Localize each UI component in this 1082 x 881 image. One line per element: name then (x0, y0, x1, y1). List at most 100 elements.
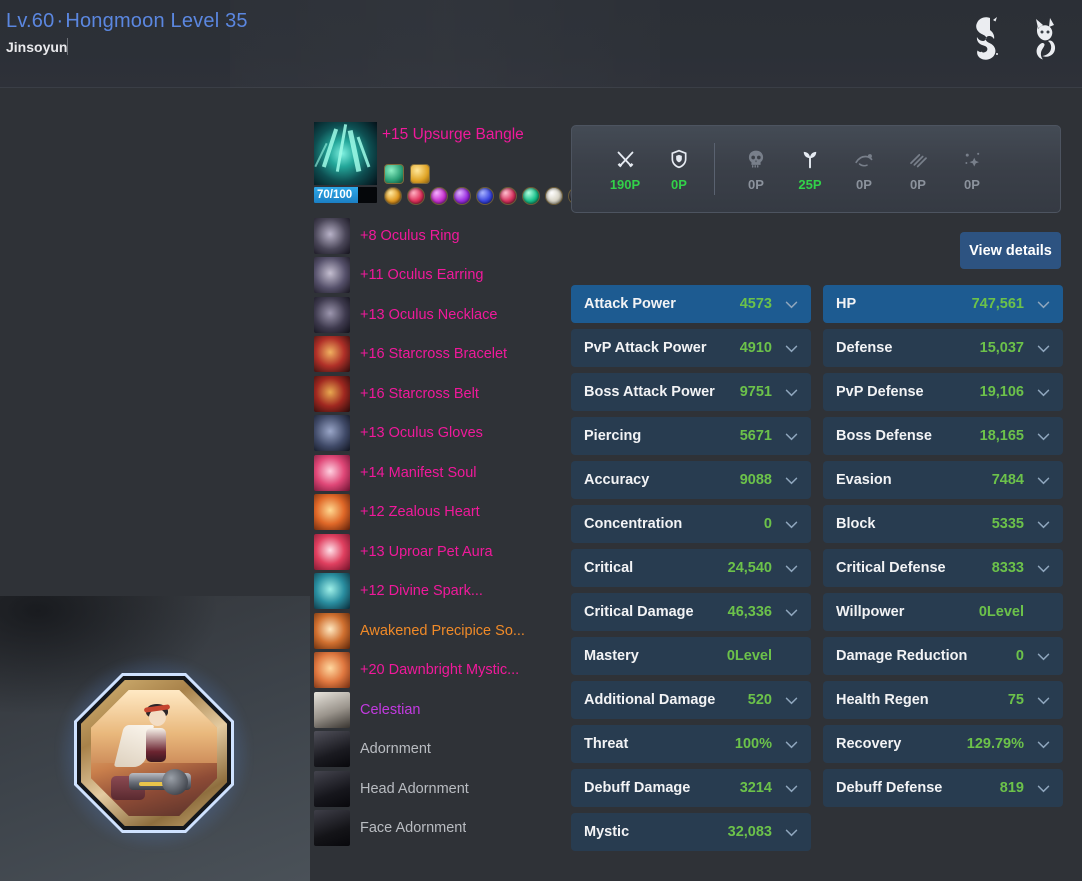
gem-amber[interactable] (384, 187, 402, 205)
stat-row[interactable]: PvP Attack Power 4910 (571, 329, 811, 367)
stat-row[interactable]: Critical 24,540 (571, 549, 811, 587)
mastery-item-star[interactable]: 0P (945, 146, 999, 192)
chevron-down-icon[interactable] (1033, 384, 1053, 401)
equipment-item-row[interactable]: +16 Starcross Belt (314, 374, 564, 414)
gem-teal[interactable] (522, 187, 540, 205)
equipment-item-row[interactable]: +13 Uproar Pet Aura (314, 532, 564, 572)
equipment-item-row[interactable]: +16 Starcross Bracelet (314, 335, 564, 375)
gem-magenta[interactable] (430, 187, 448, 205)
character-portrait[interactable] (58, 657, 250, 849)
mastery-item-skull[interactable]: 0P (729, 146, 783, 192)
chevron-down-icon[interactable] (1033, 516, 1053, 533)
equipment-item-row[interactable]: Face Adornment (314, 809, 564, 849)
badge-gold[interactable] (410, 164, 430, 184)
chevron-down-icon[interactable] (781, 516, 801, 533)
stat-label: Critical (584, 560, 634, 576)
fox-emblem (1036, 18, 1056, 60)
equipment-item-row[interactable]: +20 Dawnbright Mystic... (314, 651, 564, 691)
equipment-item-row[interactable]: +13 Oculus Necklace (314, 295, 564, 335)
equipment-item-row[interactable]: Adornment (314, 730, 564, 770)
stat-row[interactable]: Accuracy 9088 (571, 461, 811, 499)
chevron-down-icon[interactable] (1033, 472, 1053, 489)
stat-row[interactable]: Additional Damage 520 (571, 681, 811, 719)
stat-row[interactable]: Threat 100% (571, 725, 811, 763)
equipment-item-row[interactable]: +11 Oculus Earring (314, 256, 564, 296)
mastery-item-sprout[interactable]: 25P (783, 146, 837, 192)
badge-green[interactable] (384, 164, 404, 184)
mastery-value: 0P (856, 177, 872, 192)
chevron-down-icon[interactable] (1033, 340, 1053, 357)
stat-value: 3214 (739, 780, 772, 796)
equipment-item-row[interactable]: +12 Divine Spark... (314, 572, 564, 612)
chevron-down-icon[interactable] (1033, 736, 1053, 753)
chevron-down-icon[interactable] (781, 296, 801, 313)
gem-crimson[interactable] (499, 187, 517, 205)
stat-row[interactable]: Recovery 129.79% (823, 725, 1063, 763)
mastery-value: 25P (798, 177, 822, 192)
equipment-item-row[interactable]: +12 Zealous Heart (314, 493, 564, 533)
chevron-down-icon[interactable] (781, 692, 801, 709)
stat-label: Piercing (584, 428, 642, 444)
equipment-item-label: Awakened Precipice So... (360, 622, 525, 639)
chevron-down-icon[interactable] (781, 472, 801, 489)
equipment-item-row[interactable]: +13 Oculus Gloves (314, 414, 564, 454)
stat-row[interactable]: Defense 15,037 (823, 329, 1063, 367)
weapon-gem-row (384, 187, 586, 205)
chevron-down-icon[interactable] (781, 340, 801, 357)
stat-row[interactable]: Mastery 0Level (571, 637, 811, 675)
mastery-item-mining[interactable]: 0P (891, 146, 945, 192)
chevron-down-icon[interactable] (781, 604, 801, 621)
equipment-item-row[interactable]: +8 Oculus Ring (314, 216, 564, 256)
equipment-item-row[interactable]: Awakened Precipice So... (314, 611, 564, 651)
stat-label: Defense (836, 340, 893, 356)
equipment-item-row[interactable]: +14 Manifest Soul (314, 453, 564, 493)
view-details-button[interactable]: View details (960, 232, 1061, 269)
chevron-down-icon[interactable] (781, 428, 801, 445)
stat-row[interactable]: Concentration 0 (571, 505, 811, 543)
chevron-down-icon[interactable] (1033, 692, 1053, 709)
equipment-item-row[interactable]: Celestian (314, 690, 564, 730)
stat-row[interactable]: Critical Defense 8333 (823, 549, 1063, 587)
stat-row[interactable]: Block 5335 (823, 505, 1063, 543)
chevron-down-icon[interactable] (781, 824, 801, 841)
chevron-down-icon[interactable] (1033, 428, 1053, 445)
stat-row[interactable]: Piercing 5671 (571, 417, 811, 455)
chevron-down-icon[interactable] (1033, 560, 1053, 577)
stat-row[interactable]: Debuff Defense 819 (823, 769, 1063, 807)
stat-row[interactable]: HP 747,561 (823, 285, 1063, 323)
stat-row[interactable]: Boss Defense 18,165 (823, 417, 1063, 455)
character-level: Lv.60 (6, 10, 55, 32)
stat-row[interactable]: Health Regen 75 (823, 681, 1063, 719)
heart-icon (314, 494, 350, 531)
gem-white[interactable] (545, 187, 563, 205)
equipment-item-row[interactable]: Head Adornment (314, 769, 564, 809)
chevron-down-icon[interactable] (781, 736, 801, 753)
gem-red[interactable] (407, 187, 425, 205)
gem-blue[interactable] (476, 187, 494, 205)
chevron-down-icon[interactable] (781, 780, 801, 797)
mastery-item-shield[interactable]: 0P (652, 146, 706, 192)
stat-row[interactable]: Boss Attack Power 9751 (571, 373, 811, 411)
gloves-icon (314, 415, 350, 452)
stat-row[interactable]: Critical Damage 46,336 (571, 593, 811, 631)
bracelet-icon (314, 336, 350, 373)
stat-value: 19,106 (979, 384, 1024, 400)
stat-row[interactable]: Damage Reduction 0 (823, 637, 1063, 675)
stat-row[interactable]: Mystic 32,083 (571, 813, 811, 851)
stat-row[interactable]: Attack Power 4573 (571, 285, 811, 323)
gem-violet[interactable] (453, 187, 471, 205)
chevron-down-icon[interactable] (1033, 648, 1053, 665)
chevron-down-icon[interactable] (781, 384, 801, 401)
equipment-weapon-row[interactable]: +15 Upsurge Bangle 70/100 (314, 122, 586, 216)
stat-row[interactable]: Willpower 0Level (823, 593, 1063, 631)
chevron-down-icon[interactable] (781, 560, 801, 577)
stat-row[interactable]: Evasion 7484 (823, 461, 1063, 499)
mastery-item-crossed-swords[interactable]: 190P (598, 146, 652, 192)
mastery-item-fishing[interactable]: 0P (837, 146, 891, 192)
stat-row[interactable]: PvP Defense 19,106 (823, 373, 1063, 411)
stat-label: Debuff Defense (836, 780, 943, 796)
character-level-line: Lv.60 · Hongmoon Level 35 (6, 10, 248, 33)
chevron-down-icon[interactable] (1033, 780, 1053, 797)
chevron-down-icon[interactable] (1033, 296, 1053, 313)
stat-row[interactable]: Debuff Damage 3214 (571, 769, 811, 807)
